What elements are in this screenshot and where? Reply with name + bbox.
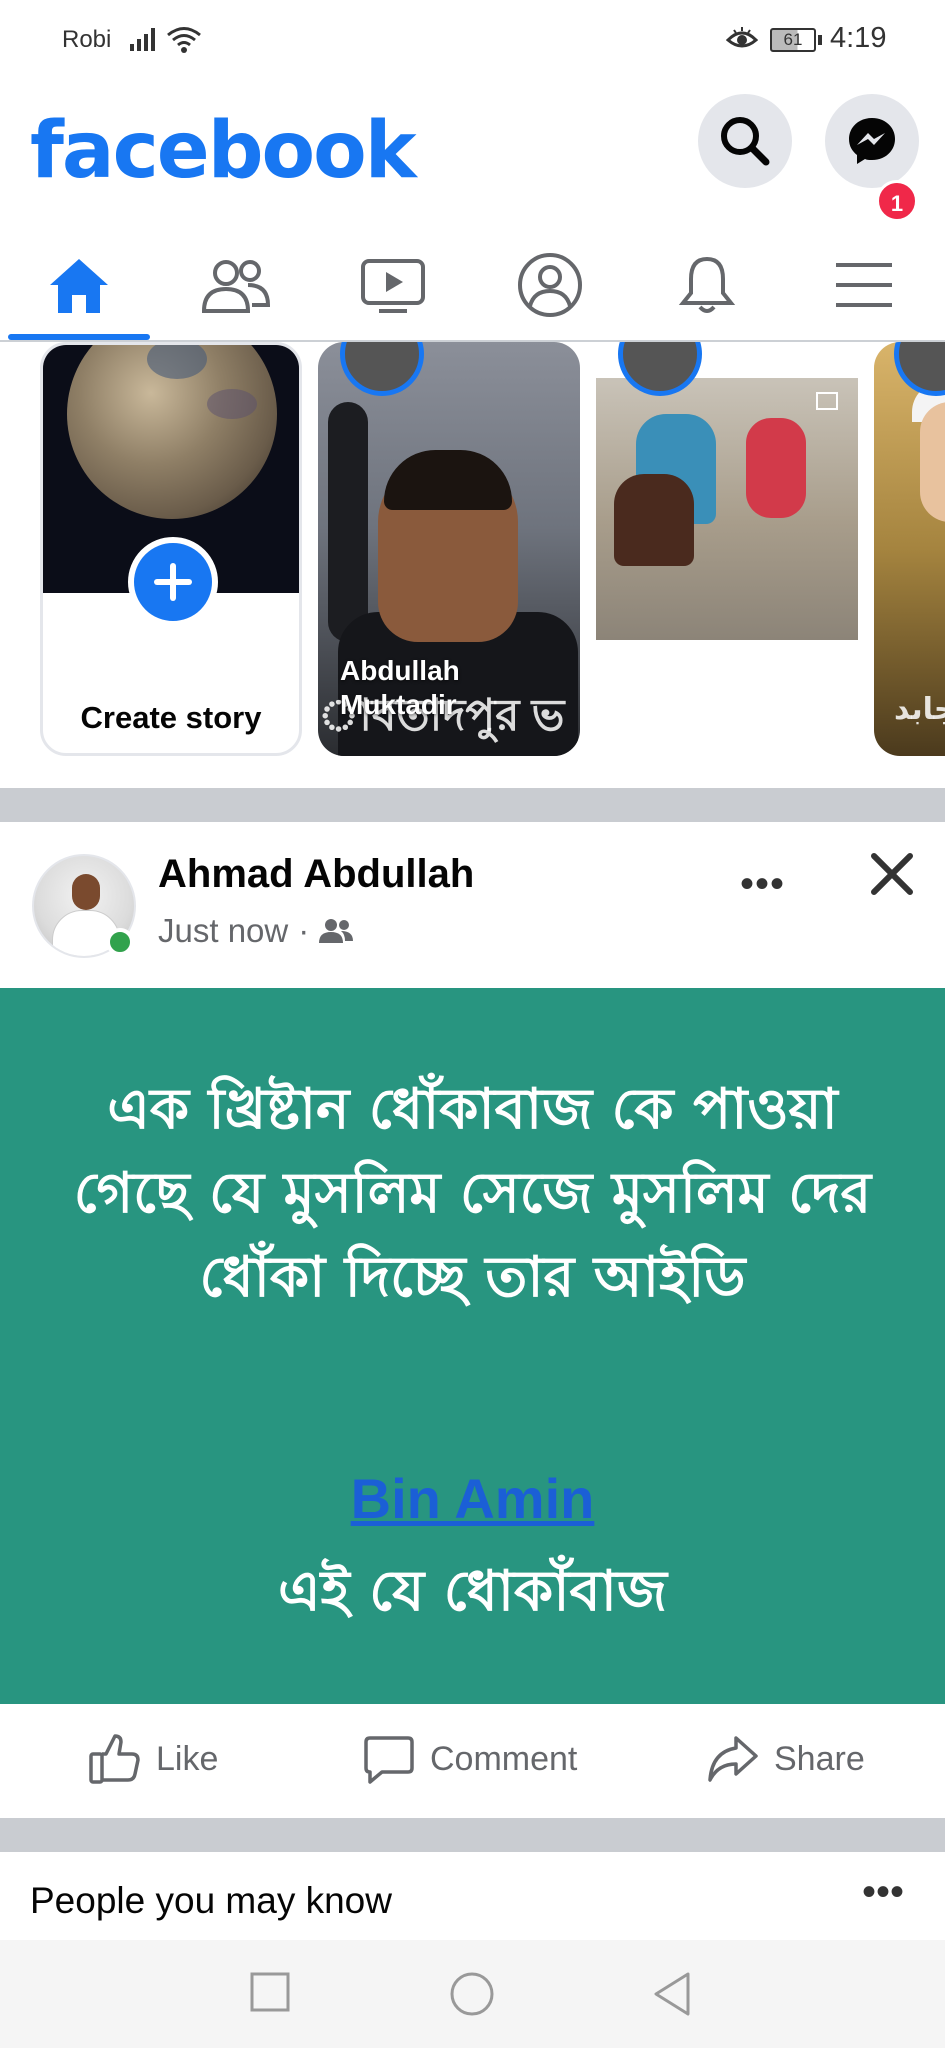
share-label: Share xyxy=(774,1739,865,1778)
comment-button[interactable]: Comment xyxy=(362,1732,577,1786)
post-author-name[interactable]: Ahmad Abdullah xyxy=(158,852,474,897)
thumbs-up-icon xyxy=(89,1734,140,1784)
profile-icon xyxy=(517,253,582,317)
moon-image xyxy=(67,345,277,519)
clock: 4:19 xyxy=(830,22,887,54)
story-image xyxy=(920,402,945,522)
battery-tip xyxy=(818,35,822,45)
post-text-secondary: এই যে ধোকাঁবাজ xyxy=(278,1559,667,1624)
feed-divider xyxy=(0,788,945,822)
tab-watch[interactable] xyxy=(314,230,471,340)
facebook-logo[interactable]: facebook xyxy=(30,106,417,196)
carrier-name: Robi xyxy=(62,26,112,53)
post-action-bar: Like Comment Share xyxy=(0,1704,945,1818)
system-navigation-bar xyxy=(0,1940,945,2048)
story-video-thumbnail xyxy=(596,378,858,640)
story-avatar-ring xyxy=(894,342,945,396)
story-card[interactable] xyxy=(596,342,858,756)
status-bar: Robi 61 4:19 xyxy=(0,0,945,80)
tab-home[interactable] xyxy=(0,230,157,340)
like-button[interactable]: Like xyxy=(88,1732,218,1786)
messenger-badge: 1 xyxy=(876,180,918,222)
share-icon xyxy=(708,1736,758,1782)
online-status-dot xyxy=(106,928,134,956)
comment-label: Comment xyxy=(430,1739,578,1778)
bell-icon xyxy=(678,256,735,313)
create-story-card[interactable]: Create story xyxy=(40,342,302,756)
feed-divider xyxy=(0,1818,945,1852)
watch-icon xyxy=(360,259,425,313)
pymk-title: People you may know xyxy=(30,1880,392,1921)
post-meta: Just now · xyxy=(158,912,354,950)
signal-icon xyxy=(130,28,155,51)
post-body[interactable]: এক খ্রিষ্টান ধোঁকাবাজ কে পাওয়া গেছে যে … xyxy=(0,988,945,1704)
friends-audience-icon xyxy=(319,919,354,943)
pymk-more-options-button[interactable]: ••• xyxy=(862,1870,904,1915)
picture-in-picture-icon xyxy=(816,392,838,410)
story-card[interactable]: جابد xyxy=(874,342,945,756)
friends-icon xyxy=(201,260,270,313)
create-story-label: Create story xyxy=(80,700,262,735)
post-header: Ahmad Abdullah Just now · ••• xyxy=(0,822,945,988)
search-button[interactable] xyxy=(698,94,792,188)
recent-apps-icon[interactable] xyxy=(248,1970,292,2014)
stories-tray: Create story াবতাদপুর ভ Abdullah Muktadi… xyxy=(0,342,945,790)
post-time[interactable]: Just now xyxy=(158,912,288,950)
wifi-icon xyxy=(167,27,201,53)
post-text: এক খ্রিষ্টান ধোঁকাবাজ কে পাওয়া গেছে যে … xyxy=(73,1077,872,1310)
create-story-plus-button[interactable] xyxy=(128,537,218,627)
tab-friends[interactable] xyxy=(157,230,314,340)
active-tab-indicator xyxy=(8,334,150,340)
tab-menu[interactable] xyxy=(785,230,942,340)
post-mention-link[interactable]: Bin Amin xyxy=(0,1466,945,1531)
share-button[interactable]: Share xyxy=(706,1732,865,1786)
story-avatar-ring xyxy=(340,342,424,396)
meta-separator: · xyxy=(298,912,310,949)
tab-profile[interactable] xyxy=(471,230,628,340)
close-icon[interactable] xyxy=(866,848,918,900)
like-label: Like xyxy=(156,1739,219,1778)
post-more-options-button[interactable]: ••• xyxy=(740,862,785,907)
home-icon xyxy=(49,259,108,313)
tab-notifications[interactable] xyxy=(628,230,785,340)
messenger-button[interactable] xyxy=(825,94,919,188)
comment-icon xyxy=(364,1736,414,1784)
home-nav-icon[interactable] xyxy=(448,1970,496,2018)
menu-icon xyxy=(835,263,892,307)
story-name: Abdullah Muktadir xyxy=(340,655,460,720)
search-icon xyxy=(721,117,770,166)
back-icon[interactable] xyxy=(650,1970,694,2018)
story-overlay-text: جابد xyxy=(894,693,945,726)
plus-icon xyxy=(154,563,192,601)
tab-bar xyxy=(0,230,945,342)
battery-indicator: 61 xyxy=(770,28,816,52)
eye-comfort-icon xyxy=(726,27,758,48)
app-header: facebook 1 xyxy=(0,80,945,222)
messenger-icon xyxy=(849,118,895,164)
story-card[interactable]: াবতাদপুর ভ Abdullah Muktadir xyxy=(318,342,580,756)
